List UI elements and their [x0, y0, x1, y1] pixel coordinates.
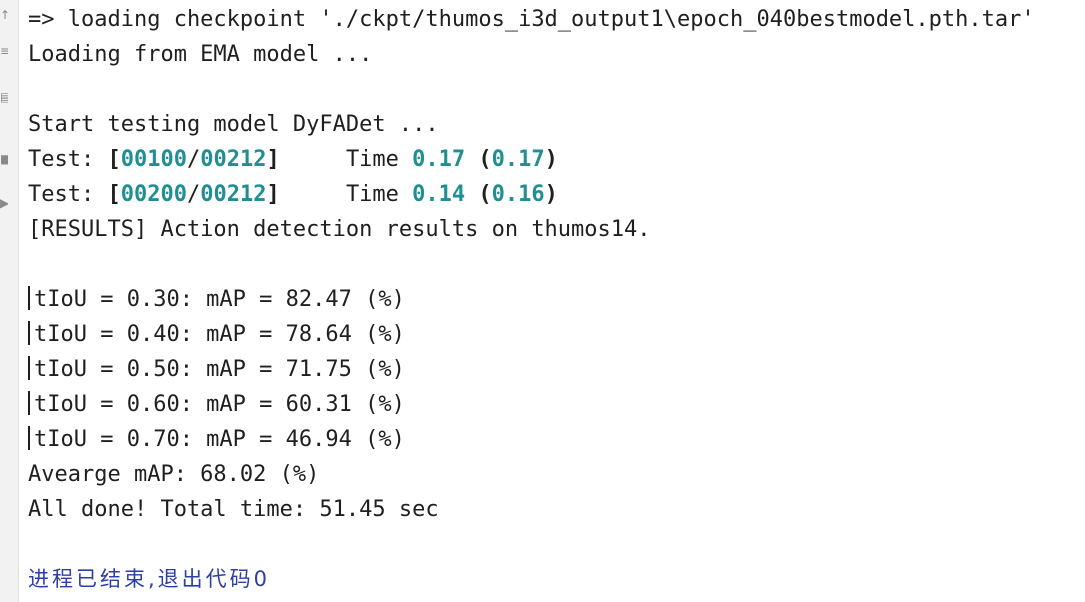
- time-label: Time: [345, 182, 413, 207]
- map-result-text: tIoU = 0.50: mAP = 71.75 (%): [34, 357, 405, 382]
- bracket-open: [: [107, 182, 121, 207]
- map-result-line: tIoU = 0.60: mAP = 60.31 (%): [28, 387, 405, 422]
- time-avg: 0.16: [491, 182, 545, 207]
- arrow-right-icon[interactable]: ▶: [0, 196, 8, 210]
- test-current: 00100: [120, 147, 187, 172]
- table-border: [28, 356, 30, 380]
- loading-ema-line: Loading from EMA model ...: [28, 37, 372, 72]
- equals-icon[interactable]: ≡: [0, 44, 8, 58]
- map-result-line: tIoU = 0.70: mAP = 46.94 (%): [28, 422, 405, 457]
- run-toolbar-gutter: ↑ ≡ ▤ ■ ▶: [0, 0, 19, 602]
- bracket-open: [: [107, 147, 121, 172]
- start-testing-line: Start testing model DyFADet ...: [28, 107, 439, 142]
- map-result-line: tIoU = 0.30: mAP = 82.47 (%): [28, 282, 405, 317]
- all-done-line: All done! Total time: 51.45 sec: [28, 492, 439, 527]
- start-testing-text: Start testing model DyFADet ...: [28, 112, 439, 137]
- time-value: 0.14: [412, 182, 466, 207]
- process-exit-line: 进程已结束,退出代码0: [28, 562, 270, 597]
- process-exit-text: 进程已结束,退出代码0: [28, 567, 271, 591]
- test-total: 00212: [200, 182, 267, 207]
- time-avg: 0.17: [491, 147, 545, 172]
- loading-checkpoint-text: => loading checkpoint './ckpt/thumos_i3d…: [28, 7, 1035, 32]
- test-current: 00200: [120, 182, 187, 207]
- all-done-text: All done! Total time: 51.45 sec: [28, 497, 439, 522]
- paren-open: (: [465, 147, 492, 172]
- bracket-close: ]: [266, 147, 280, 172]
- slash: /: [186, 147, 201, 172]
- average-map-text: Avearge mAP: 68.02 (%): [28, 462, 320, 487]
- map-result-text: tIoU = 0.70: mAP = 46.94 (%): [34, 427, 405, 452]
- map-result-text: tIoU = 0.60: mAP = 60.31 (%): [34, 392, 405, 417]
- map-result-text: tIoU = 0.30: mAP = 82.47 (%): [34, 287, 405, 312]
- map-result-line: tIoU = 0.50: mAP = 71.75 (%): [28, 352, 405, 387]
- console-output[interactable]: => loading checkpoint './ckpt/thumos_i3d…: [28, 2, 1085, 602]
- results-header-line: [RESULTS] Action detection results on th…: [28, 212, 651, 247]
- test-prefix: Test:: [28, 147, 108, 172]
- table-border: [28, 391, 30, 415]
- paren-open: (: [465, 182, 492, 207]
- table-border: [28, 286, 30, 310]
- test-progress-line: Test: [00100/00212] Time 0.17 (0.17): [28, 142, 558, 177]
- loading-ema-text: Loading from EMA model ...: [28, 42, 373, 67]
- paren-close: ): [544, 182, 558, 207]
- slash: /: [186, 182, 201, 207]
- loading-checkpoint-line: => loading checkpoint './ckpt/thumos_i3d…: [28, 2, 1035, 37]
- table-border: [28, 321, 30, 345]
- time-label: Time: [345, 147, 413, 172]
- bracket-close: ]: [266, 182, 280, 207]
- trash-icon[interactable]: ■: [0, 152, 8, 166]
- results-header-text: [RESULTS] Action detection results on th…: [28, 217, 651, 242]
- test-progress-line: Test: [00200/00212] Time 0.14 (0.16): [28, 177, 558, 212]
- average-map-line: Avearge mAP: 68.02 (%): [28, 457, 319, 492]
- paren-close: ): [544, 147, 558, 172]
- print-icon[interactable]: ▤: [0, 90, 8, 104]
- map-result-line: tIoU = 0.40: mAP = 78.64 (%): [28, 317, 405, 352]
- test-prefix: Test:: [28, 182, 108, 207]
- time-value: 0.17: [412, 147, 466, 172]
- fold-up-icon[interactable]: ↑: [0, 8, 8, 22]
- table-border: [28, 426, 30, 450]
- map-result-text: tIoU = 0.40: mAP = 78.64 (%): [34, 322, 405, 347]
- test-total: 00212: [200, 147, 267, 172]
